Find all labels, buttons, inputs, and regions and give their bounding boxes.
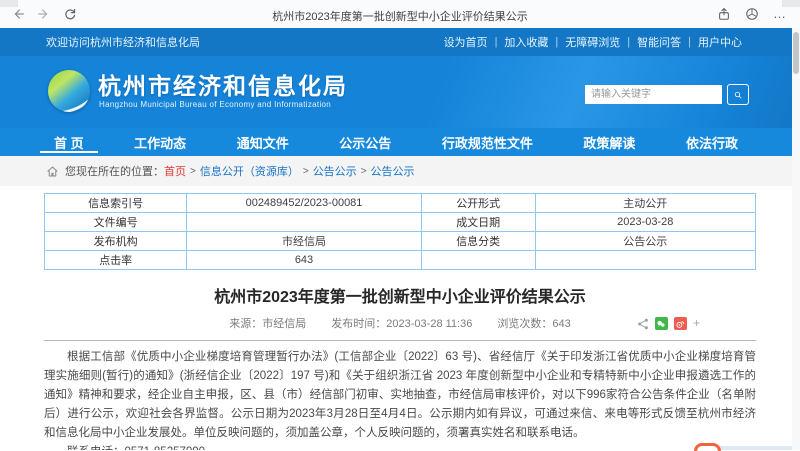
weibo-share-icon[interactable]	[673, 317, 687, 330]
article-meta: 来源：市经信局 发布时间：2023-03-28 11:36 浏览次数：643 +	[44, 316, 756, 332]
browser-chrome: 杭州市2023年度第一批创新型中小企业评价结果公示 …	[0, 0, 800, 28]
add-favorite-link[interactable]: 加入收藏	[502, 34, 550, 50]
table-row: 发布机构 市经信局 信息分类 公告公示	[43, 231, 757, 251]
article-paragraph: 根据工信部《优质中小企业梯度培育管理暂行办法》(工信部企业〔2022〕63 号)…	[44, 351, 756, 439]
separator	[186, 165, 200, 177]
main-nav: 首 页 工作动态 通知文件 公示公告 行政规范性文件 政策解读 依法行政	[0, 128, 792, 156]
share-page-icon[interactable]	[716, 6, 732, 22]
breadcrumb-info-disclosure-link[interactable]: 信息公开（资源库）	[200, 163, 299, 179]
category-label: 信息分类	[420, 231, 536, 251]
nav-item-home[interactable]: 首 页	[40, 128, 98, 156]
separator	[357, 165, 371, 177]
disclosure-form-value: 主动公开	[534, 193, 757, 213]
divider	[44, 340, 756, 341]
refresh-icon[interactable]	[62, 6, 78, 22]
forward-icon[interactable]	[36, 6, 52, 22]
search-input[interactable]	[585, 85, 722, 104]
separator	[299, 165, 313, 177]
info-index-label: 信息索引号	[43, 193, 188, 213]
category-value: 公告公示	[534, 231, 757, 251]
browser-tab-title: 杭州市2023年度第一批创新型中小企业评价结果公示	[272, 11, 528, 23]
welcome-text: 欢迎访问杭州市经济和信息化局	[46, 37, 200, 49]
site-header: 杭州市经济和信息化局 Hangzhou Municipal Bureau of …	[0, 56, 792, 128]
separator	[683, 36, 696, 48]
site-name: 杭州市经济和信息化局	[98, 73, 348, 99]
article-view-count: 浏览次数：643	[497, 318, 571, 330]
breadcrumb-current-page[interactable]: 公告公示	[371, 163, 415, 179]
issue-date-label: 成文日期	[420, 212, 536, 232]
search-icon	[734, 91, 742, 98]
separator	[490, 36, 503, 48]
nav-item-announcements[interactable]: 公示公告	[329, 128, 401, 156]
shield-extension-icon[interactable]	[744, 6, 760, 22]
scrollbar-track[interactable]	[792, 28, 800, 450]
breadcrumb: 您现在所在的位置： 首页 信息公开（资源库） 公告公示 公告公示	[0, 156, 792, 186]
site-name-english: Hangzhou Municipal Bureau of Economy and…	[99, 100, 332, 109]
table-row: 点击率 643	[43, 250, 757, 270]
bureau-logo	[48, 70, 90, 112]
file-number-value	[186, 212, 422, 232]
nav-item-policy-interpretation[interactable]: 政策解读	[573, 128, 645, 156]
file-number-label: 文件编号	[43, 212, 188, 232]
publisher-value: 市经信局	[186, 231, 422, 251]
wechat-share-icon[interactable]	[654, 317, 668, 330]
nav-item-law-administration[interactable]: 依法行政	[676, 128, 748, 156]
info-index-value: 002489452/2023-00081	[186, 193, 422, 213]
breadcrumb-home-link[interactable]: 首页	[164, 163, 186, 179]
utility-bar: 欢迎访问杭州市经济和信息化局 设为首页 加入收藏 无障碍浏览 智能问答 用户中心	[0, 28, 792, 56]
contact-phone: 联系电话：0571-85257090	[44, 443, 756, 450]
share-more-button[interactable]: +	[693, 317, 700, 330]
table-row: 信息索引号 002489452/2023-00081 公开形式 主动公开	[43, 193, 757, 213]
nav-item-regulatory-files[interactable]: 行政规范性文件	[432, 128, 543, 156]
document-info-table: 信息索引号 002489452/2023-00081 公开形式 主动公开 文件编…	[43, 193, 757, 270]
scrollbar-thumb[interactable]	[793, 32, 799, 74]
nav-item-notice-files[interactable]: 通知文件	[227, 128, 299, 156]
click-rate-value: 643	[186, 250, 422, 270]
accessibility-link[interactable]: 无障碍浏览	[563, 34, 622, 50]
article-publish-time: 发布时间：2023-03-28 11:36	[331, 318, 473, 330]
click-rate-label: 点击率	[43, 250, 188, 270]
table-row: 文件编号 成文日期 2023-03-28	[43, 212, 757, 232]
empty-cell	[534, 250, 757, 270]
share-nodes-icon[interactable]	[637, 318, 649, 330]
nav-item-work-news[interactable]: 工作动态	[124, 128, 196, 156]
breadcrumb-announcements-link[interactable]: 公告公示	[313, 163, 357, 179]
separator	[550, 36, 563, 48]
set-homepage-link[interactable]: 设为首页	[442, 34, 490, 50]
page-title: 杭州市2023年度第一批创新型中小企业评价结果公示	[214, 289, 586, 306]
article-source: 来源：市经信局	[229, 318, 307, 330]
search-button[interactable]	[727, 84, 749, 105]
breadcrumb-prefix: 您现在所在的位置：	[65, 166, 164, 178]
home-icon	[46, 165, 59, 178]
issue-date-value: 2023-03-28	[534, 212, 757, 232]
smart-qa-link[interactable]: 智能问答	[635, 34, 683, 50]
empty-cell	[420, 250, 536, 270]
browser-menu-icon[interactable]: …	[772, 6, 788, 22]
separator	[622, 36, 635, 48]
article-content: 信息索引号 002489452/2023-00081 公开形式 主动公开 文件编…	[0, 186, 792, 450]
disclosure-form-label: 公开形式	[420, 193, 536, 213]
back-icon[interactable]	[10, 6, 26, 22]
publisher-label: 发布机构	[43, 231, 188, 251]
user-center-link[interactable]: 用户中心	[696, 34, 744, 50]
